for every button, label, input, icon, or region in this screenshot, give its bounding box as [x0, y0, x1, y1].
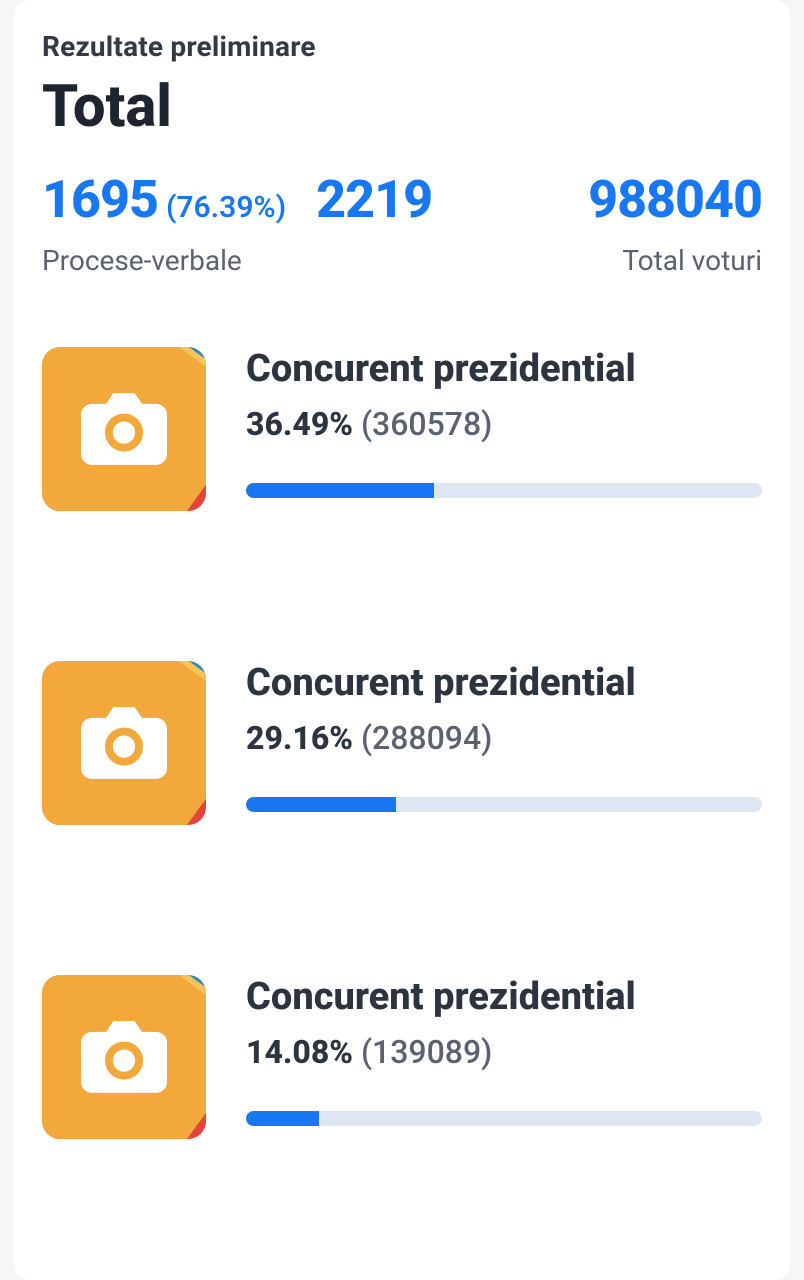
candidate-progress	[246, 483, 762, 498]
candidate-list: Concurent prezidential 36.49% (360578)	[42, 347, 762, 1139]
candidate-stats: 36.49% (360578)	[246, 405, 762, 443]
candidate-avatar	[42, 347, 206, 511]
candidate-progress-fill	[246, 797, 396, 812]
candidate-info: Concurent prezidential 14.08% (139089)	[246, 975, 762, 1126]
candidate-name: Concurent prezidential	[246, 347, 762, 391]
candidate-percent: 36.49%	[246, 405, 353, 443]
results-card: Rezultate preliminare Total 1695 (76.39%…	[14, 0, 790, 1280]
camera-icon	[81, 393, 167, 465]
candidate-progress	[246, 1111, 762, 1126]
candidate-avatar	[42, 975, 206, 1139]
candidate-progress-fill	[246, 483, 434, 498]
candidate-name: Concurent prezidential	[246, 661, 762, 705]
page-subtitle: Rezultate preliminare	[42, 30, 762, 63]
candidate-percent: 29.16%	[246, 719, 353, 757]
label-procese-verbale: Procese-verbale	[42, 244, 242, 277]
candidate-progress	[246, 797, 762, 812]
candidate-stats: 14.08% (139089)	[246, 1033, 762, 1071]
label-total-voturi: Total voturi	[622, 244, 762, 277]
camera-icon	[81, 707, 167, 779]
candidate-avatar	[42, 661, 206, 825]
expected-count: 2219	[316, 169, 432, 230]
candidate-row: Concurent prezidential 14.08% (139089)	[42, 975, 762, 1139]
page-title: Total	[42, 73, 762, 141]
candidate-votes: (360578)	[361, 405, 492, 443]
candidate-row: Concurent prezidential 29.16% (288094)	[42, 661, 762, 825]
candidate-info: Concurent prezidential 29.16% (288094)	[246, 661, 762, 812]
candidate-info: Concurent prezidential 36.49% (360578)	[246, 347, 762, 498]
processed-percent: (76.39%)	[166, 190, 286, 225]
candidate-votes: (288094)	[361, 719, 492, 757]
candidate-progress-fill	[246, 1111, 319, 1126]
candidate-name: Concurent prezidential	[246, 975, 762, 1019]
candidate-percent: 14.08%	[246, 1033, 353, 1071]
camera-icon	[81, 1021, 167, 1093]
candidate-stats: 29.16% (288094)	[246, 719, 762, 757]
total-votes: 988040	[588, 169, 762, 230]
summary-stats: 1695 (76.39%) 2219 988040	[42, 169, 762, 230]
processed-count: 1695	[42, 169, 158, 230]
candidate-votes: (139089)	[361, 1033, 492, 1071]
candidate-row: Concurent prezidential 36.49% (360578)	[42, 347, 762, 511]
summary-labels: Procese-verbale Total voturi	[42, 244, 762, 277]
